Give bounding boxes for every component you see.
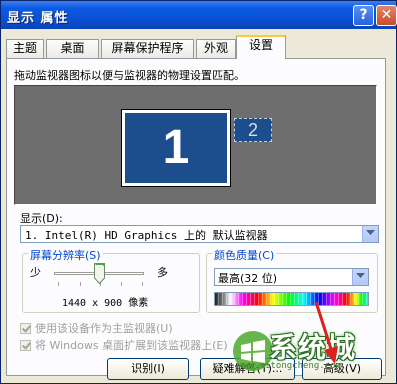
close-button[interactable]: ✕ (376, 5, 397, 26)
identify-button[interactable]: 识别(I) (107, 358, 189, 380)
primary-monitor-checkbox[interactable]: 使用该设备作为主监视器(U) (20, 320, 173, 336)
red-arrow-annotation (314, 301, 338, 364)
extend-desktop-label: 将 Windows 桌面扩展到该监视器上(E) (35, 339, 228, 352)
tab-themes[interactable]: 主题 (6, 39, 44, 58)
window-title: 显示 属性 (7, 11, 69, 26)
color-quality-value: 最高(32 位) (218, 272, 278, 285)
primary-monitor-label: 使用该设备作为主监视器(U) (35, 322, 173, 335)
checkbox-checked-icon[interactable] (20, 323, 31, 334)
color-quality-group-title: 颜色质量(C) (212, 247, 277, 263)
resolution-low-label: 少 (30, 266, 41, 279)
close-icon: ✕ (380, 7, 393, 23)
tab-screensaver[interactable]: 屏幕保护程序 (101, 39, 194, 58)
monitor-2-icon[interactable]: 2 (234, 118, 272, 142)
help-icon: ? (359, 7, 368, 23)
checkbox-checked-icon[interactable] (20, 340, 31, 351)
resolution-group-title: 屏幕分辨率(S) (28, 247, 103, 263)
help-button[interactable]: ? (353, 5, 374, 26)
tab-desktop[interactable]: 桌面 (46, 39, 99, 58)
instruction-text: 拖动监视器图标以便与监视器的物理设置匹配。 (14, 69, 245, 82)
color-quality-dropdown[interactable]: 最高(32 位) (214, 268, 369, 286)
extend-desktop-checkbox[interactable]: 将 Windows 桌面扩展到该监视器上(E) (20, 337, 228, 353)
display-label: 显示(D): (20, 212, 63, 225)
chevron-down-icon[interactable] (362, 226, 378, 242)
tab-settings[interactable]: 设置 (236, 35, 286, 59)
color-spectrum-bar (214, 292, 369, 306)
title-bar[interactable]: 显示 属性 ? ✕ (1, 1, 397, 29)
resolution-value: 1440 x 900 像素 (62, 298, 149, 309)
resolution-slider-thumb[interactable] (93, 263, 105, 285)
monitor-1-icon[interactable]: 1 (121, 109, 231, 187)
monitor-1-number: 1 (125, 113, 227, 183)
resolution-high-label: 多 (157, 266, 168, 279)
chevron-down-icon[interactable] (352, 269, 368, 285)
display-dropdown[interactable]: 1. Intel(R) HD Graphics 上的 默认监视器 (20, 225, 379, 243)
tab-appearance[interactable]: 外观 (196, 39, 236, 58)
display-dropdown-value: 1. Intel(R) HD Graphics 上的 默认监视器 (25, 229, 268, 242)
